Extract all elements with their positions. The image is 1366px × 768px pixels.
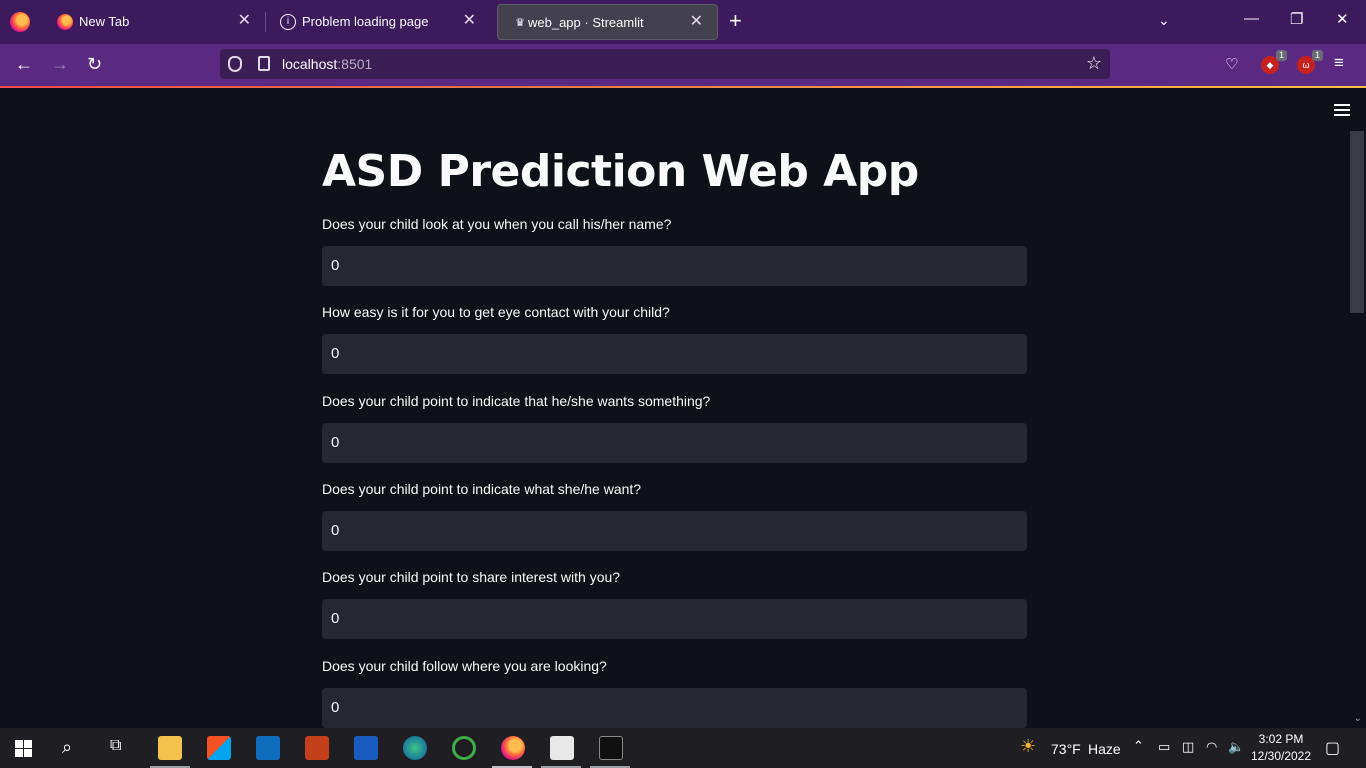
- firefox-favicon-icon: [57, 14, 73, 30]
- question-label: Does your child point to share interest …: [322, 569, 621, 585]
- clock-time: 3:02 PM: [1258, 732, 1304, 746]
- question-field: Does your child point to share interest …: [322, 569, 1027, 639]
- answer-input[interactable]: [322, 334, 1027, 374]
- edge-icon[interactable]: [403, 736, 427, 760]
- windows-taskbar: ⌕ ⧉ ☀ 73°F Haze ⌃ ▭ ◫ ◠ 🔈 3:02 PM 12/30/…: [0, 728, 1366, 768]
- mail-icon[interactable]: [256, 736, 280, 760]
- tab-title: Problem loading page: [302, 14, 429, 29]
- tab-close-icon[interactable]: ✕: [238, 12, 251, 30]
- tab-problem-loading[interactable]: i Problem loading page ✕: [266, 0, 490, 44]
- windows-start-icon[interactable]: [15, 740, 32, 757]
- list-all-tabs-chevron-down-icon[interactable]: ⌄: [1158, 12, 1170, 29]
- search-icon[interactable]: ⌕: [62, 737, 72, 758]
- url-bar[interactable]: localhost:8501 ☆: [220, 49, 1110, 79]
- show-hidden-icons-chevron-up-icon[interactable]: ⌃: [1133, 738, 1144, 754]
- notifications-icon[interactable]: ▢: [1325, 738, 1340, 758]
- question-label: Does your child follow where you are loo…: [322, 658, 607, 674]
- question-field: Does your child point to indicate that h…: [322, 393, 1027, 463]
- answer-input[interactable]: [322, 599, 1027, 639]
- minimize-icon[interactable]: —: [1244, 10, 1259, 27]
- answer-input[interactable]: [322, 688, 1027, 728]
- restore-icon[interactable]: ❐: [1290, 10, 1303, 28]
- page-title: ASD Prediction Web App: [322, 146, 919, 197]
- meet-now-icon[interactable]: ◫: [1182, 739, 1194, 755]
- answer-input[interactable]: [322, 423, 1027, 463]
- question-label: How easy is it for you to get eye contac…: [322, 304, 670, 320]
- question-field: Does your child look at you when you cal…: [322, 216, 1027, 286]
- question-field: How easy is it for you to get eye contac…: [322, 304, 1027, 374]
- extension-badge-count: 1: [1311, 50, 1323, 61]
- tab-close-icon[interactable]: ✕: [690, 13, 703, 31]
- tab-title: New Tab: [79, 14, 130, 29]
- new-tab-button[interactable]: +: [729, 10, 742, 32]
- app-menu-icon[interactable]: ≡: [1334, 54, 1344, 72]
- question-label: Does your child point to indicate that h…: [322, 393, 711, 409]
- url-port: :8501: [337, 56, 373, 72]
- scroll-down-arrow-icon[interactable]: ⌄: [1354, 713, 1362, 724]
- back-arrow-icon[interactable]: ←: [15, 54, 33, 74]
- weather-temperature[interactable]: 73°F: [1051, 741, 1081, 757]
- clock-date: 12/30/2022: [1250, 749, 1312, 763]
- network-wifi-icon[interactable]: ◠: [1206, 739, 1217, 755]
- app-circle-icon[interactable]: [452, 736, 476, 760]
- browser-nav-bar: ← → ↻ localhost:8501 ☆ ♡ ◆ 1 ω1 ≡: [0, 44, 1366, 86]
- forward-arrow-icon[interactable]: →: [51, 54, 69, 74]
- question-field: Does your child follow where you are loo…: [322, 658, 1027, 728]
- volume-muted-icon[interactable]: 🔈: [1228, 739, 1244, 755]
- scrollbar-thumb[interactable]: [1350, 131, 1364, 313]
- powerpoint-icon[interactable]: [305, 736, 329, 760]
- close-window-icon[interactable]: ✕: [1336, 10, 1349, 28]
- answer-input[interactable]: [322, 246, 1027, 286]
- tab-web-app[interactable]: ♛ web_app · Streamlit ✕: [497, 4, 718, 40]
- bookmark-star-icon[interactable]: ☆: [1086, 53, 1102, 74]
- system-clock[interactable]: 3:02 PM 12/30/2022: [1248, 731, 1314, 765]
- extension-ublock-origin-icon[interactable]: ω1: [1297, 50, 1323, 74]
- weather-haze-icon[interactable]: ☀: [1020, 736, 1036, 757]
- firefox-logo-icon[interactable]: [10, 12, 30, 32]
- firefox-taskbar-icon[interactable]: [501, 736, 525, 760]
- question-label: Does your child look at you when you cal…: [322, 216, 672, 232]
- snipping-tool-icon[interactable]: [550, 736, 574, 760]
- terminal-icon[interactable]: [599, 736, 623, 760]
- extension-badge-count: 1: [1275, 50, 1287, 61]
- page-info-icon[interactable]: [258, 56, 270, 71]
- battery-icon[interactable]: ▭: [1158, 739, 1170, 755]
- tab-new-tab[interactable]: New Tab ✕: [43, 0, 265, 44]
- tab-title: web_app · Streamlit: [528, 15, 644, 30]
- info-icon: i: [280, 14, 296, 30]
- url-text[interactable]: localhost:8501: [282, 56, 372, 72]
- streamlit-main-menu-icon[interactable]: [1334, 104, 1350, 119]
- task-view-icon[interactable]: ⧉: [110, 737, 121, 755]
- word-icon[interactable]: [354, 736, 378, 760]
- microsoft-store-icon[interactable]: [207, 736, 231, 760]
- browser-tab-bar: New Tab ✕ i Problem loading page ✕ ♛ web…: [0, 0, 1366, 44]
- pocket-icon[interactable]: ♡: [1225, 56, 1238, 74]
- streamlit-app: ⌄ ASD Prediction Web App Does your child…: [0, 88, 1366, 728]
- question-label: Does your child point to indicate what s…: [322, 481, 642, 497]
- file-explorer-icon[interactable]: [158, 736, 182, 760]
- question-field: Does your child point to indicate what s…: [322, 481, 1027, 551]
- answer-input[interactable]: [322, 511, 1027, 551]
- streamlit-crown-icon: ♛: [515, 17, 525, 29]
- tab-close-icon[interactable]: ✕: [463, 12, 476, 30]
- url-host: localhost: [282, 56, 338, 72]
- extension-ublock-icon[interactable]: ◆ 1: [1261, 50, 1287, 74]
- reload-icon[interactable]: ↻: [87, 54, 102, 74]
- weather-description[interactable]: Haze: [1088, 741, 1121, 757]
- tracking-shield-icon[interactable]: [228, 56, 242, 72]
